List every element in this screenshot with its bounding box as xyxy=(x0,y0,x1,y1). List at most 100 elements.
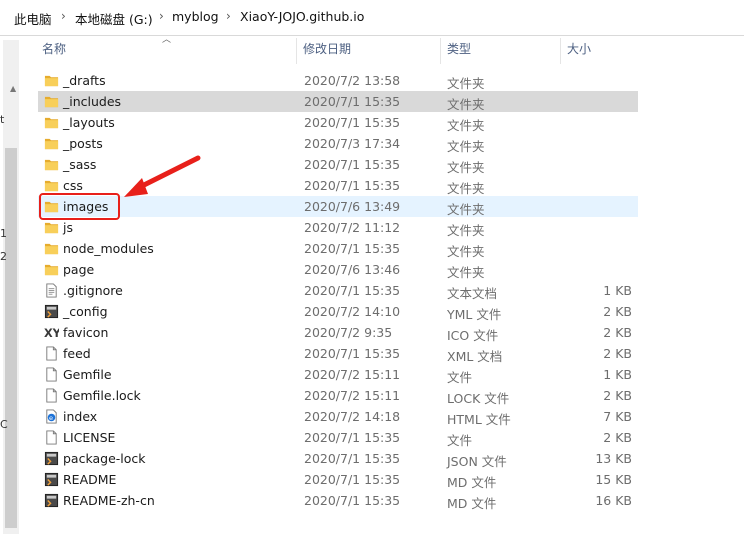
column-header-type[interactable]: 类型 xyxy=(447,40,471,62)
breadcrumb-separator-icon[interactable]: › xyxy=(61,9,66,23)
file-size: 2 KB xyxy=(603,346,632,361)
file-name: index xyxy=(63,409,98,424)
file-row[interactable]: _posts 2020/7/3 17:34 文件夹 xyxy=(38,133,638,154)
column-header-name[interactable]: 名称 xyxy=(42,40,66,62)
folder-icon xyxy=(44,178,59,193)
svg-text:e: e xyxy=(49,414,53,422)
file-row[interactable]: _sass 2020/7/1 15:35 文件夹 xyxy=(38,154,638,175)
file-date: 2020/7/1 15:35 xyxy=(304,241,401,256)
sort-ascending-icon: ︿ xyxy=(162,35,172,45)
blank-file-icon xyxy=(44,430,59,445)
nav-clipped-text: t xyxy=(0,113,5,126)
scroll-up-icon[interactable]: ▲ xyxy=(10,84,16,93)
breadcrumb-separator-icon[interactable]: › xyxy=(226,9,231,23)
file-name: _includes xyxy=(63,94,122,109)
file-date: 2020/7/1 15:35 xyxy=(304,493,401,508)
file-row[interactable]: XY favicon 2020/7/2 9:35 ICO 文件 2 KB xyxy=(38,322,638,343)
ico-file-icon: XY xyxy=(44,325,62,340)
breadcrumb-separator-icon[interactable]: › xyxy=(159,9,164,23)
folder-icon xyxy=(44,73,59,88)
navigation-scrollbar-thumb[interactable] xyxy=(5,148,17,528)
file-row[interactable]: js 2020/7/2 11:12 文件夹 xyxy=(38,217,638,238)
column-divider[interactable] xyxy=(296,38,297,64)
column-header-date[interactable]: 修改日期 xyxy=(303,40,351,62)
file-type: 文件夹 xyxy=(447,160,485,175)
editor-file-icon xyxy=(44,472,59,487)
file-row[interactable]: _layouts 2020/7/1 15:35 文件夹 xyxy=(38,112,638,133)
file-name: node_modules xyxy=(63,241,154,256)
file-name: _posts xyxy=(63,136,103,151)
file-size: 2 KB xyxy=(603,325,632,340)
file-name: js xyxy=(63,220,73,235)
file-row[interactable]: LICENSE 2020/7/1 15:35 文件 2 KB xyxy=(38,427,638,448)
file-row[interactable]: _config 2020/7/2 14:10 YML 文件 2 KB xyxy=(38,301,638,322)
file-row[interactable]: Gemfile.lock 2020/7/2 15:11 LOCK 文件 2 KB xyxy=(38,385,638,406)
file-date: 2020/7/2 9:35 xyxy=(304,325,393,340)
edge-html-icon: e xyxy=(44,409,59,424)
file-size: 1 KB xyxy=(603,367,632,382)
folder-icon xyxy=(44,157,59,172)
file-type: ICO 文件 xyxy=(447,328,499,343)
file-date: 2020/7/2 15:11 xyxy=(304,388,401,403)
file-date: 2020/7/1 15:35 xyxy=(304,283,401,298)
file-date: 2020/7/1 15:35 xyxy=(304,451,401,466)
file-name: _config xyxy=(63,304,108,319)
breadcrumb-drive-g[interactable]: 本地磁盘 (G:) xyxy=(75,9,153,28)
file-date: 2020/7/1 15:35 xyxy=(304,157,401,172)
file-row[interactable]: .gitignore 2020/7/1 15:35 文本文档 1 KB xyxy=(38,280,638,301)
file-row[interactable]: README 2020/7/1 15:35 MD 文件 15 KB xyxy=(38,469,638,490)
file-row[interactable]: page 2020/7/6 13:46 文件夹 xyxy=(38,259,638,280)
file-size: 2 KB xyxy=(603,304,632,319)
file-size: 15 KB xyxy=(595,472,632,487)
file-name: _drafts xyxy=(63,73,106,88)
file-row[interactable]: package-lock 2020/7/1 15:35 JSON 文件 13 KB xyxy=(38,448,638,469)
file-type: 文件夹 xyxy=(447,202,485,217)
file-row[interactable]: _drafts 2020/7/2 13:58 文件夹 xyxy=(38,70,638,91)
file-row[interactable]: images 2020/7/6 13:49 文件夹 xyxy=(38,196,638,217)
file-row[interactable]: node_modules 2020/7/1 15:35 文件夹 xyxy=(38,238,638,259)
file-row[interactable]: feed 2020/7/1 15:35 XML 文档 2 KB xyxy=(38,343,638,364)
editor-file-icon xyxy=(44,304,59,319)
file-type: XML 文档 xyxy=(447,349,503,364)
file-date: 2020/7/1 15:35 xyxy=(304,115,401,130)
file-type: 文本文档 xyxy=(447,286,498,301)
file-row[interactable]: Gemfile 2020/7/2 15:11 文件 1 KB xyxy=(38,364,638,385)
column-divider[interactable] xyxy=(560,38,561,64)
file-type: 文件夹 xyxy=(447,76,485,91)
blank-file-icon xyxy=(44,367,59,382)
address-bar[interactable]: 此电脑 › 本地磁盘 (G:) › myblog › XiaoY-JOJO.gi… xyxy=(0,0,744,36)
file-row[interactable]: _includes 2020/7/1 15:35 文件夹 xyxy=(38,91,638,112)
file-list[interactable]: _drafts 2020/7/2 13:58 文件夹 _includes 2020/7/… xyxy=(38,70,638,511)
breadcrumb-this-pc[interactable]: 此电脑 xyxy=(14,9,52,28)
blank-file-icon xyxy=(44,346,59,361)
file-row[interactable]: css 2020/7/1 15:35 文件夹 xyxy=(38,175,638,196)
file-row[interactable]: e index 2020/7/2 14:18 HTML 文件 7 KB xyxy=(38,406,638,427)
breadcrumb-myblog[interactable]: myblog xyxy=(172,9,219,24)
file-type: YML 文件 xyxy=(447,307,502,322)
file-type: JSON 文件 xyxy=(447,454,507,469)
file-name: favicon xyxy=(63,325,109,340)
file-size: 1 KB xyxy=(603,283,632,298)
file-date: 2020/7/2 15:11 xyxy=(304,367,401,382)
file-date: 2020/7/1 15:35 xyxy=(304,472,401,487)
nav-clipped-text: 2 xyxy=(0,250,7,263)
file-name: LICENSE xyxy=(63,430,116,445)
file-type: 文件夹 xyxy=(447,181,485,196)
column-divider[interactable] xyxy=(440,38,441,64)
file-date: 2020/7/2 11:12 xyxy=(304,220,401,235)
svg-text:XY: XY xyxy=(44,327,59,340)
file-size: 13 KB xyxy=(595,451,632,466)
file-name: README xyxy=(63,472,117,487)
column-header-size[interactable]: 大小 xyxy=(567,40,591,62)
folder-icon xyxy=(44,262,59,277)
folder-icon xyxy=(44,94,59,109)
file-size: 16 KB xyxy=(595,493,632,508)
annotation-highlight-box xyxy=(39,193,120,220)
file-date: 2020/7/1 15:35 xyxy=(304,178,401,193)
file-row[interactable]: README-zh-cn 2020/7/1 15:35 MD 文件 16 KB xyxy=(38,490,638,511)
file-type: HTML 文件 xyxy=(447,412,511,427)
folder-icon xyxy=(44,136,59,151)
file-date: 2020/7/1 15:35 xyxy=(304,94,401,109)
breadcrumb-current-folder[interactable]: XiaoY-JOJO.github.io xyxy=(240,9,364,24)
file-date: 2020/7/3 17:34 xyxy=(304,136,401,151)
